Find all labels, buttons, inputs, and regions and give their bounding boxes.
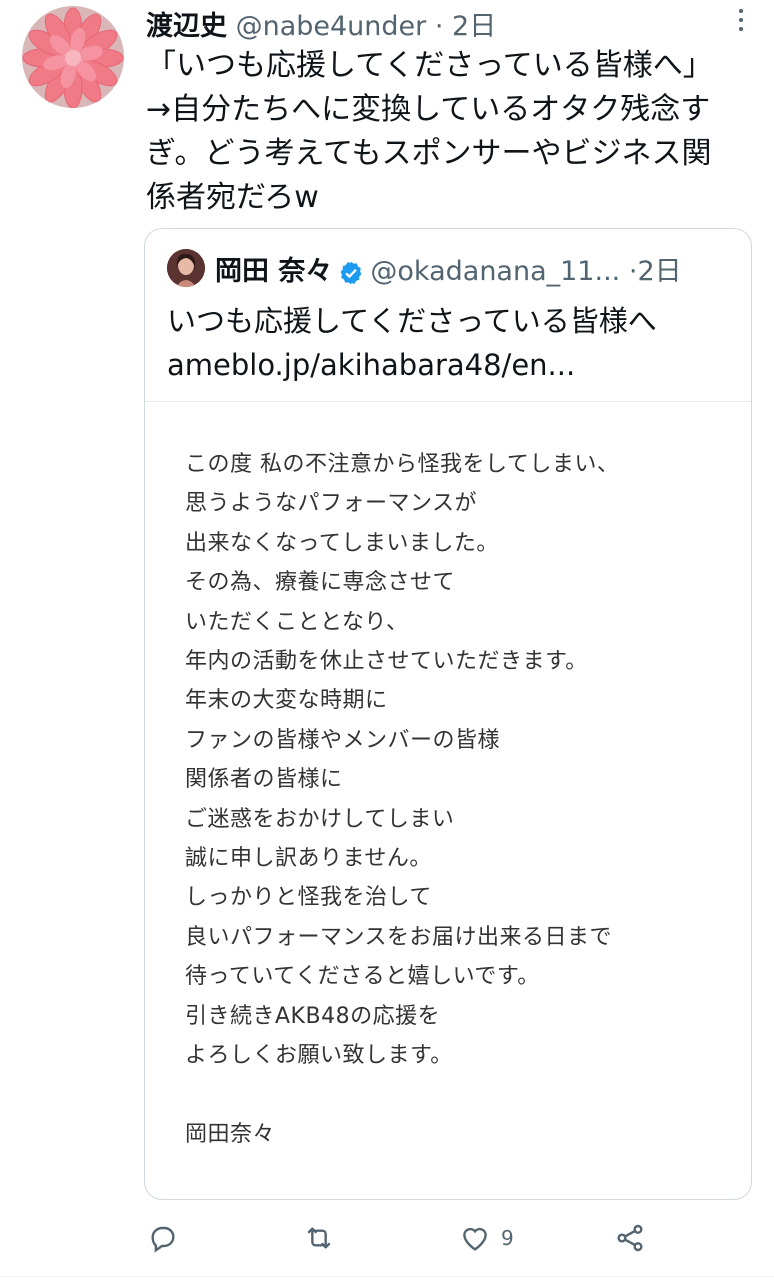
author-handle[interactable]: @nabe4under <box>236 11 427 42</box>
tweet-time[interactable]: 2日 <box>452 11 496 42</box>
card-divider <box>145 401 751 402</box>
quoted-author-name[interactable]: 岡田 奈々 <box>215 256 332 287</box>
reply-button[interactable] <box>146 1218 178 1258</box>
separator-dot: · <box>434 11 444 42</box>
tweet-header: 渡辺史 @nabe4under · 2日 <box>146 4 746 42</box>
quoted-header: 岡田 奈々 @okadanana_11... ·2日 <box>215 249 735 289</box>
more-options-icon[interactable] <box>738 9 744 35</box>
quoted-tweet[interactable]: 岡田 奈々 @okadanana_11... ·2日 いつも応援してくださっている… <box>144 228 752 1200</box>
retweet-icon <box>307 1227 331 1249</box>
share-button[interactable] <box>614 1218 646 1258</box>
quoted-text-body: いつも応援してくださっている皆様へ <box>167 304 657 338</box>
author-name[interactable]: 渡辺史 <box>146 11 227 42</box>
like-count: 9 <box>501 1226 514 1250</box>
like-button[interactable]: 9 <box>459 1218 514 1258</box>
retweet-button[interactable] <box>303 1218 335 1258</box>
avatar[interactable] <box>22 6 124 108</box>
quoted-text: いつも応援してくださっている皆様へ ameblo.jp/akihabara48/… <box>167 299 727 387</box>
verified-badge-icon <box>338 260 364 286</box>
share-icon <box>617 1224 643 1252</box>
tweet-text: 「いつも応援してくださっている皆様へ」 →自分たちへに変換しているオタク残念す … <box>146 48 713 215</box>
quoted-link[interactable]: ameblo.jp/akihabara48/en... <box>167 348 575 382</box>
quoted-time[interactable]: 2日 <box>637 256 681 287</box>
tweet-actions: 9 <box>0 1210 774 1266</box>
heart-icon <box>463 1227 487 1251</box>
quoted-author-handle[interactable]: @okadanana_11... <box>370 256 620 287</box>
link-card-text: この度 私の不注意から怪我をしてしまい、 思うようなパフォーマンスが 出来なくな… <box>185 452 620 1147</box>
divider-line <box>0 1276 774 1277</box>
flower-avatar-image <box>22 6 124 108</box>
quoted-avatar[interactable] <box>167 249 205 287</box>
person-avatar-image <box>167 249 205 287</box>
reply-icon <box>151 1226 175 1253</box>
